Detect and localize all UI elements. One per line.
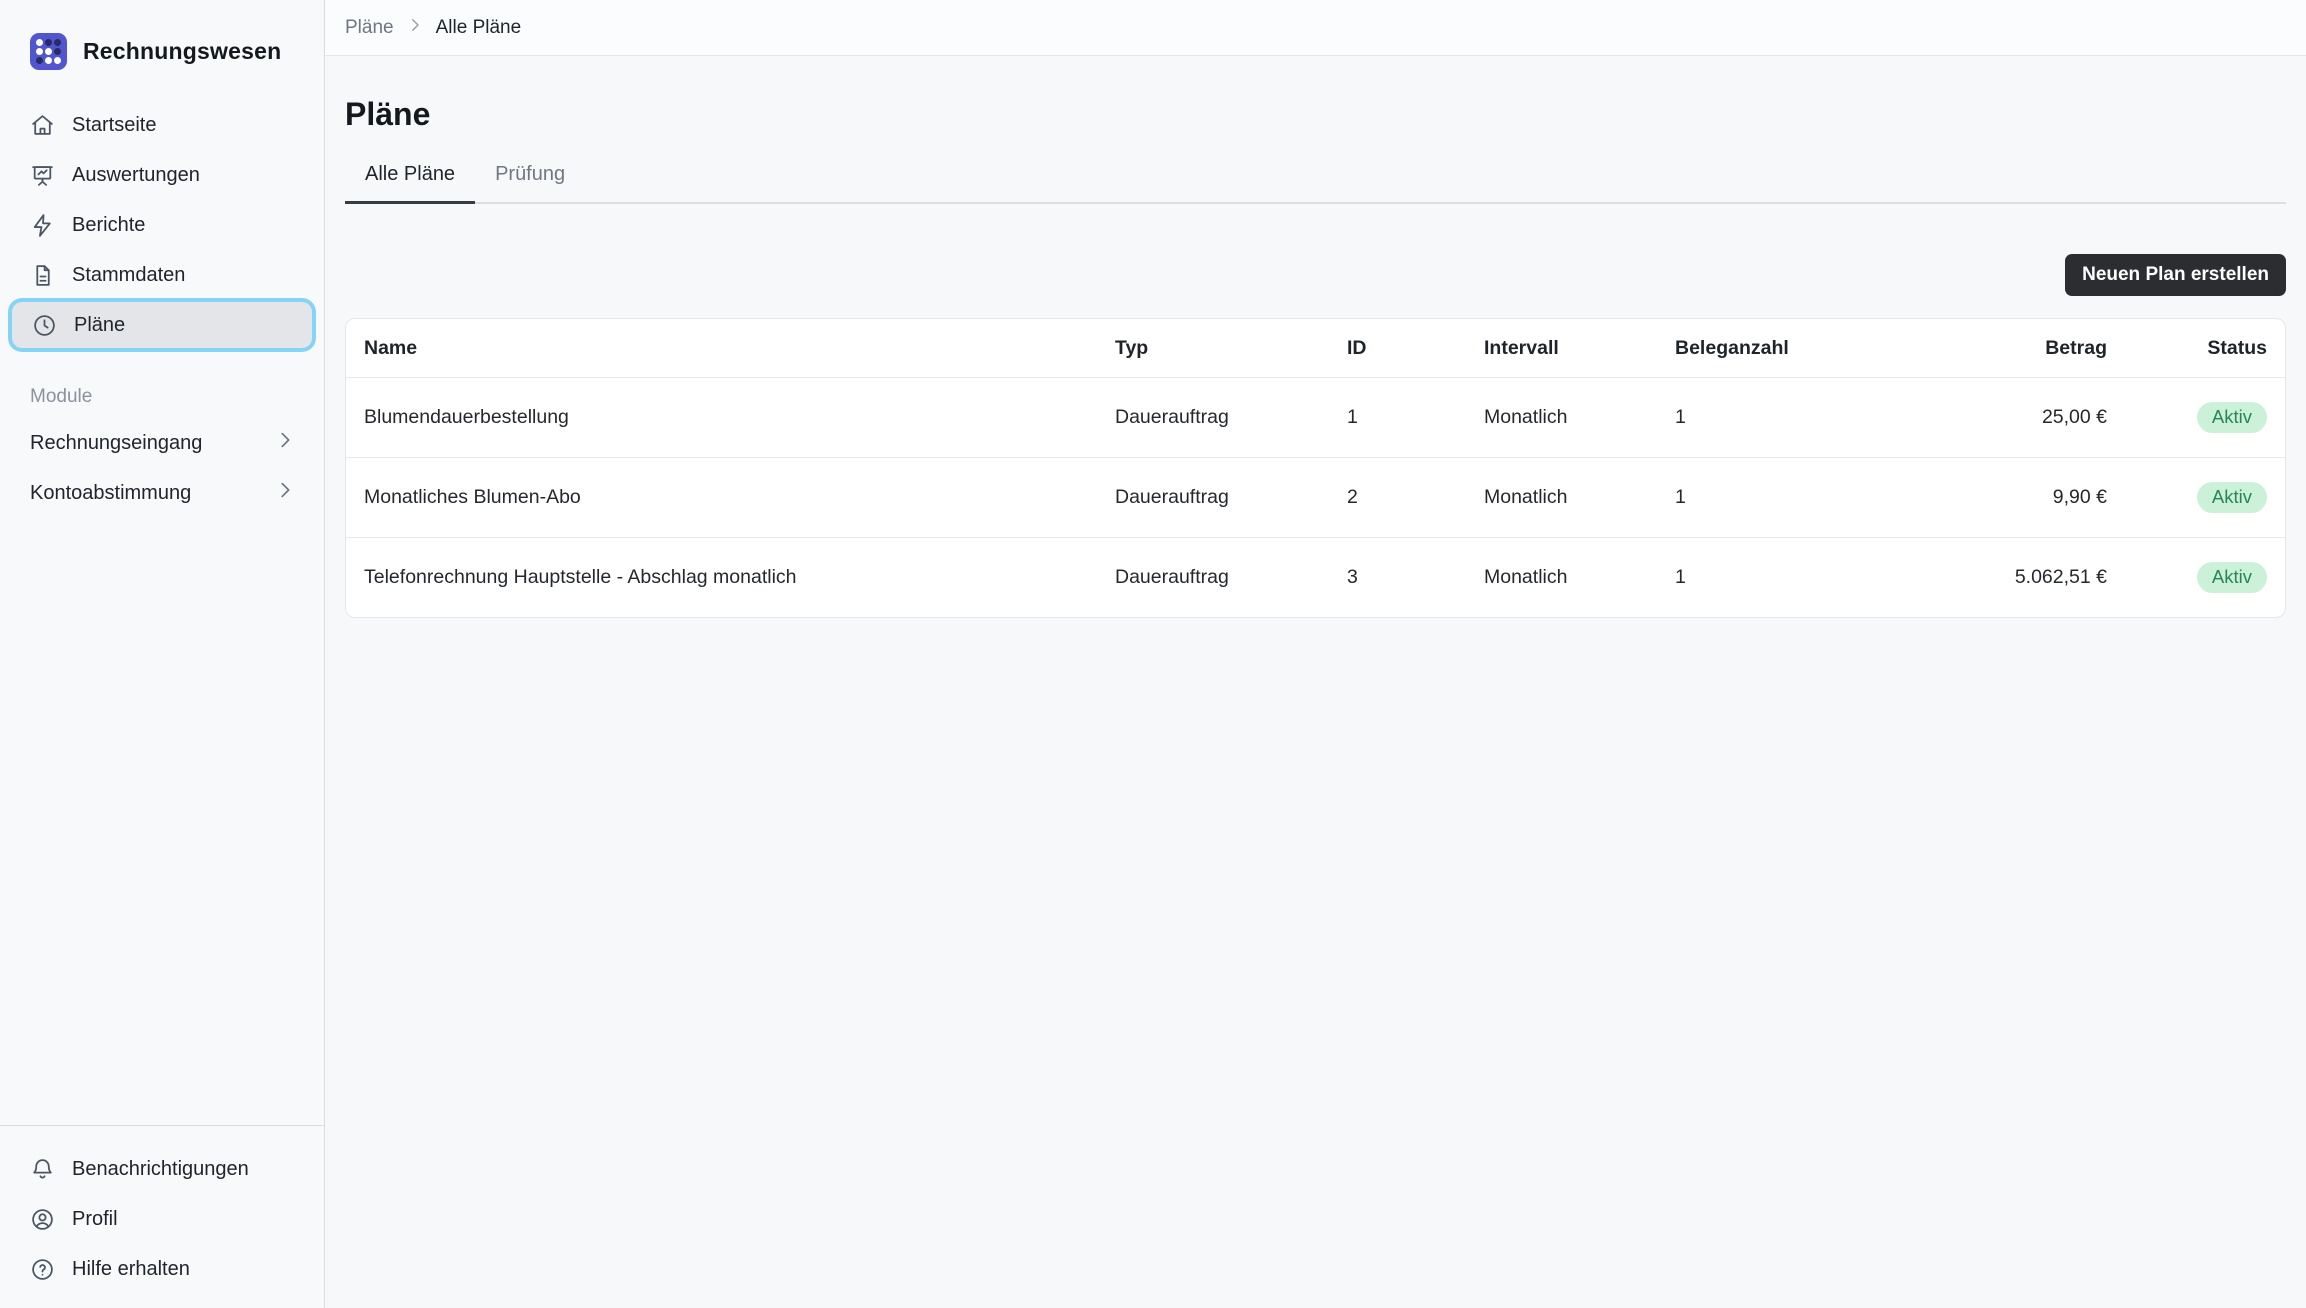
table-row[interactable]: Telefonrechnung Hauptstelle - Abschlag m… [346, 537, 2285, 617]
lightning-icon [30, 213, 55, 238]
cell-id: 2 [1347, 486, 1484, 509]
table-row[interactable]: Monatliches Blumen-Abo Dauerauftrag 2 Mo… [346, 457, 2285, 537]
cell-id: 3 [1347, 566, 1484, 589]
document-icon [30, 263, 55, 288]
sidebar-item-label: Startseite [72, 114, 156, 137]
breadcrumb-current: Alle Pläne [436, 17, 522, 39]
column-header-name: Name [364, 337, 1115, 360]
sidebar-footer: Benachrichtigungen Profil Hilfe erhalten [0, 1125, 324, 1308]
help-circle-icon [30, 1257, 55, 1282]
cell-typ: Dauerauftrag [1115, 486, 1347, 509]
cell-beleganzahl: 1 [1675, 566, 1907, 589]
sidebar: Rechnungswesen Startseite Auswertungen B… [0, 0, 325, 1308]
sidebar-footer-divider [0, 1125, 324, 1126]
sidebar-item-label: Benachrichtigungen [72, 1158, 249, 1181]
app-brand: Rechnungswesen [0, 0, 324, 100]
cell-status: Aktiv [2107, 402, 2267, 433]
tab-alle-plaene[interactable]: Alle Pläne [345, 163, 475, 202]
sidebar-item-plaene[interactable]: Pläne [12, 302, 312, 348]
chevron-right-icon [274, 429, 296, 457]
column-header-status: Status [2107, 337, 2267, 360]
sidebar-item-kontoabstimmung[interactable]: Kontoabstimmung [10, 468, 314, 518]
module-section-label: Module [0, 350, 324, 418]
cell-name: Telefonrechnung Hauptstelle - Abschlag m… [364, 566, 1115, 589]
app-logo-icon [30, 33, 67, 70]
main-area: Pläne Alle Pläne Pläne Alle Pläne Prüfun… [325, 0, 2306, 1308]
sidebar-item-label: Pläne [74, 314, 125, 337]
cell-betrag: 25,00 € [1907, 406, 2107, 429]
cell-betrag: 5.062,51 € [1907, 566, 2107, 589]
cell-beleganzahl: 1 [1675, 486, 1907, 509]
cell-status: Aktiv [2107, 562, 2267, 593]
sidebar-item-berichte[interactable]: Berichte [10, 200, 314, 250]
sidebar-item-stammdaten[interactable]: Stammdaten [10, 250, 314, 300]
cell-typ: Dauerauftrag [1115, 406, 1347, 429]
cell-betrag: 9,90 € [1907, 486, 2107, 509]
cell-beleganzahl: 1 [1675, 406, 1907, 429]
page-title: Pläne [345, 96, 2286, 133]
sidebar-item-label: Stammdaten [72, 264, 185, 287]
sidebar-item-hilfe[interactable]: Hilfe erhalten [10, 1244, 314, 1294]
cell-intervall: Monatlich [1484, 406, 1675, 429]
sidebar-item-auswertungen[interactable]: Auswertungen [10, 150, 314, 200]
cell-name: Blumendauerbestellung [364, 406, 1115, 429]
presentation-chart-icon [30, 163, 55, 188]
column-header-intervall: Intervall [1484, 337, 1675, 360]
clock-icon [32, 313, 57, 338]
sidebar-item-rechnungseingang[interactable]: Rechnungseingang [10, 418, 314, 468]
tab-bar: Alle Pläne Prüfung [345, 163, 2286, 204]
cell-name: Monatliches Blumen-Abo [364, 486, 1115, 509]
plans-table: Name Typ ID Intervall Beleganzahl Betrag… [345, 318, 2286, 618]
status-badge: Aktiv [2197, 402, 2267, 433]
topbar: Pläne Alle Pläne [325, 0, 2306, 56]
status-badge: Aktiv [2197, 482, 2267, 513]
home-icon [30, 113, 55, 138]
status-badge: Aktiv [2197, 562, 2267, 593]
breadcrumb: Pläne Alle Pläne [345, 16, 521, 40]
sidebar-item-label: Rechnungseingang [30, 432, 202, 455]
cell-typ: Dauerauftrag [1115, 566, 1347, 589]
column-header-id: ID [1347, 337, 1484, 360]
table-row[interactable]: Blumendauerbestellung Dauerauftrag 1 Mon… [346, 377, 2285, 457]
sidebar-item-label: Berichte [72, 214, 145, 237]
breadcrumb-parent[interactable]: Pläne [345, 17, 394, 39]
column-header-beleganzahl: Beleganzahl [1675, 337, 1907, 360]
cell-status: Aktiv [2107, 482, 2267, 513]
sidebar-item-label: Auswertungen [72, 164, 200, 187]
chevron-right-icon [406, 16, 424, 40]
sidebar-nav: Startseite Auswertungen Berichte Stammda… [0, 100, 324, 350]
sidebar-item-profil[interactable]: Profil [10, 1194, 314, 1244]
cell-intervall: Monatlich [1484, 566, 1675, 589]
sidebar-item-label: Hilfe erhalten [72, 1258, 190, 1281]
sidebar-item-label: Profil [72, 1208, 118, 1231]
app-root: Rechnungswesen Startseite Auswertungen B… [0, 0, 2306, 1308]
tab-pruefung[interactable]: Prüfung [475, 163, 585, 202]
sidebar-item-startseite[interactable]: Startseite [10, 100, 314, 150]
column-header-betrag: Betrag [1907, 337, 2107, 360]
chevron-right-icon [274, 479, 296, 507]
create-plan-button[interactable]: Neuen Plan erstellen [2065, 254, 2286, 296]
action-bar: Neuen Plan erstellen [345, 254, 2286, 296]
app-title: Rechnungswesen [83, 38, 281, 65]
sidebar-item-label: Kontoabstimmung [30, 482, 191, 505]
sidebar-item-benachrichtigungen[interactable]: Benachrichtigungen [10, 1144, 314, 1194]
cell-intervall: Monatlich [1484, 486, 1675, 509]
user-circle-icon [30, 1207, 55, 1232]
bell-icon [30, 1157, 55, 1182]
table-header-row: Name Typ ID Intervall Beleganzahl Betrag… [346, 319, 2285, 377]
cell-id: 1 [1347, 406, 1484, 429]
page-content: Pläne Alle Pläne Prüfung Neuen Plan erst… [325, 56, 2306, 1308]
column-header-typ: Typ [1115, 337, 1347, 360]
